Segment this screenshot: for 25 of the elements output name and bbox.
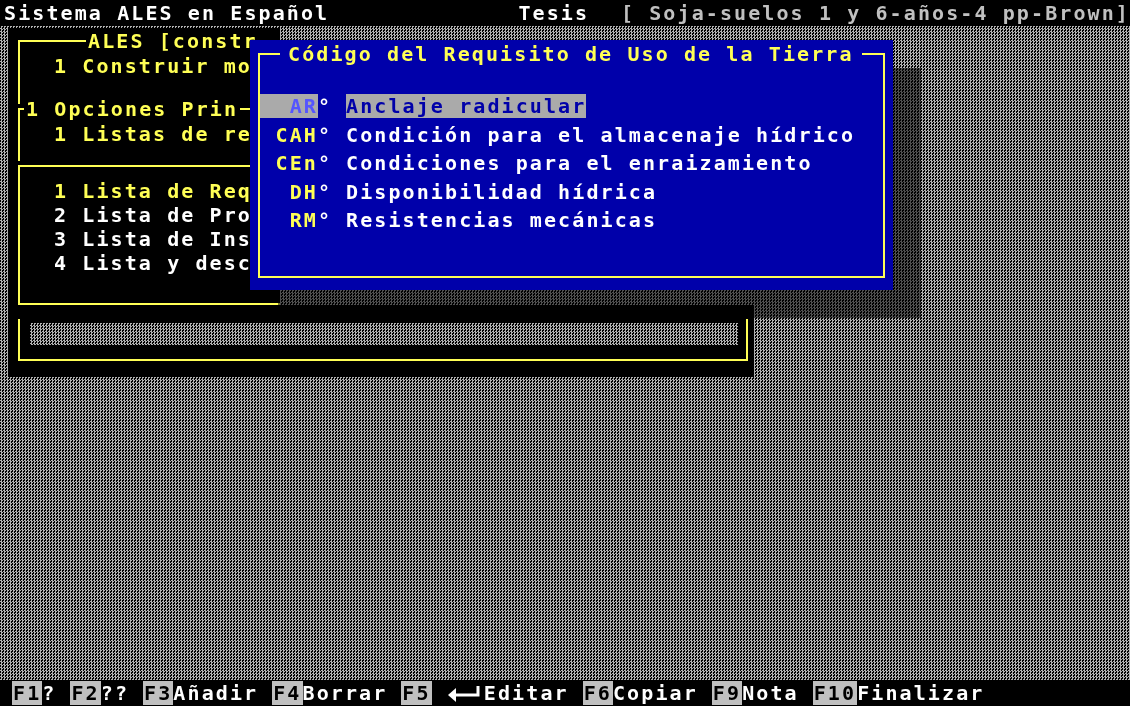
- app-title: Sistema ALES en Español: [4, 1, 331, 25]
- function-key[interactable]: F9 Nota: [711, 681, 799, 705]
- degree-mark: °: [318, 208, 334, 233]
- menu-title: 1 Opciones Prin: [24, 98, 241, 120]
- function-key[interactable]: F4Borrar: [272, 681, 388, 705]
- degree-mark: °: [318, 151, 334, 176]
- degree-mark: °: [318, 179, 334, 204]
- degree-mark: °: [318, 122, 334, 147]
- function-key[interactable]: F10 Finalizar: [812, 681, 985, 705]
- requirement-code[interactable]: RM: [260, 208, 318, 233]
- function-key[interactable]: F5 Editar: [401, 681, 569, 705]
- requirement-code[interactable]: CEn: [260, 151, 318, 176]
- model-name: [ Soja-suelos 1 y 6-años-4 pp-Brown]: [620, 1, 1130, 25]
- dialog-title: Código del Requisito de Uso de la Tierra: [287, 42, 855, 66]
- requirement-name[interactable]: Condición para el almacenaje hídrico: [346, 122, 856, 147]
- function-key[interactable]: F6 Copiar: [582, 681, 698, 705]
- requirement-code[interactable]: CAH: [260, 122, 318, 147]
- mode-label: Tesis: [518, 1, 591, 25]
- requirement-name[interactable]: Condiciones para el enraizamiento: [346, 151, 813, 176]
- requirement-name[interactable]: Resistencias mecánicas: [346, 208, 658, 233]
- requirement-name[interactable]: Anclaje radicular: [346, 94, 587, 119]
- requirement-code[interactable]: DH: [260, 179, 318, 204]
- function-key[interactable]: F3Añadir: [143, 681, 259, 705]
- requirement-name[interactable]: Disponibilidad hídrica: [346, 179, 658, 204]
- degree-mark: °: [318, 94, 334, 119]
